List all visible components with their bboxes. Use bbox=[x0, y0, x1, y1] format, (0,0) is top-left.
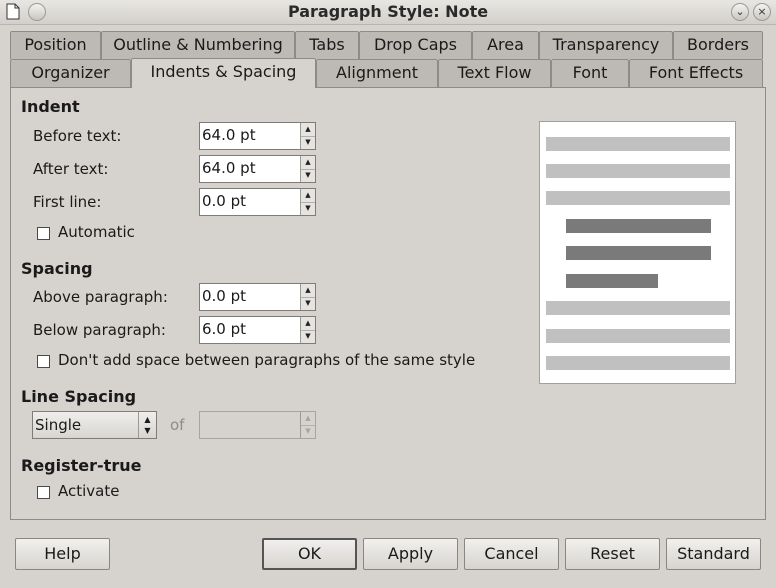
first-line-value[interactable]: 0.0 pt bbox=[202, 192, 246, 210]
spin-up-icon[interactable]: ▲ bbox=[301, 123, 315, 137]
activate-label[interactable]: Activate bbox=[58, 482, 119, 500]
preview-line-current bbox=[566, 219, 711, 233]
apply-button[interactable]: Apply bbox=[363, 538, 458, 570]
above-paragraph-value[interactable]: 0.0 pt bbox=[202, 287, 246, 305]
spin-down-icon[interactable]: ▼ bbox=[301, 169, 315, 182]
paragraph-preview bbox=[539, 121, 736, 384]
after-text-value[interactable]: 64.0 pt bbox=[202, 159, 256, 177]
first-line-spinbox[interactable]: 0.0 pt ▲ ▼ bbox=[199, 188, 316, 216]
indent-section-title: Indent bbox=[21, 97, 80, 116]
line-spacing-value[interactable]: Single bbox=[35, 416, 81, 434]
spin-down-icon[interactable]: ▼ bbox=[301, 136, 315, 149]
spin-up-icon[interactable]: ▲ bbox=[301, 189, 315, 203]
first-line-label: First line: bbox=[33, 193, 102, 211]
preview-line bbox=[546, 356, 730, 370]
dont-add-space-label[interactable]: Don't add space between paragraphs of th… bbox=[58, 351, 475, 369]
standard-button[interactable]: Standard bbox=[666, 538, 761, 570]
line-spacing-select[interactable]: Single ▲ ▼ bbox=[32, 411, 157, 439]
above-paragraph-label: Above paragraph: bbox=[33, 288, 168, 306]
chevron-up-down-icon[interactable]: ▲ ▼ bbox=[138, 412, 156, 438]
spin-up-icon[interactable]: ▲ bbox=[301, 412, 315, 426]
help-button[interactable]: Help bbox=[15, 538, 110, 570]
spin-down-icon[interactable]: ▼ bbox=[301, 202, 315, 215]
preview-line bbox=[546, 137, 730, 151]
line-spacing-of-spinbox[interactable]: ▲ ▼ bbox=[199, 411, 316, 439]
activate-checkbox[interactable] bbox=[37, 486, 50, 499]
reset-button[interactable]: Reset bbox=[565, 538, 660, 570]
spin-down-icon[interactable]: ▼ bbox=[301, 297, 315, 310]
after-text-label: After text: bbox=[33, 160, 109, 178]
before-text-label: Before text: bbox=[33, 127, 122, 145]
automatic-label[interactable]: Automatic bbox=[58, 223, 135, 241]
before-text-spinbox[interactable]: 64.0 pt ▲ ▼ bbox=[199, 122, 316, 150]
before-text-value[interactable]: 64.0 pt bbox=[202, 126, 256, 144]
dont-add-space-checkbox[interactable] bbox=[37, 355, 50, 368]
automatic-checkbox[interactable] bbox=[37, 227, 50, 240]
below-paragraph-label: Below paragraph: bbox=[33, 321, 166, 339]
spin-down-icon[interactable]: ▼ bbox=[301, 425, 315, 438]
preview-line bbox=[546, 164, 730, 178]
register-true-section-title: Register-true bbox=[21, 456, 142, 475]
spacing-section-title: Spacing bbox=[21, 259, 93, 278]
line-spacing-section-title: Line Spacing bbox=[21, 387, 137, 406]
spin-down-icon[interactable]: ▼ bbox=[301, 330, 315, 343]
after-text-spinbox[interactable]: 64.0 pt ▲ ▼ bbox=[199, 155, 316, 183]
above-paragraph-spinbox[interactable]: 0.0 pt ▲ ▼ bbox=[199, 283, 316, 311]
below-paragraph-spinbox[interactable]: 6.0 pt ▲ ▼ bbox=[199, 316, 316, 344]
preview-line bbox=[546, 301, 730, 315]
spin-up-icon[interactable]: ▲ bbox=[301, 284, 315, 298]
spin-up-icon[interactable]: ▲ bbox=[301, 156, 315, 170]
cancel-button[interactable]: Cancel bbox=[464, 538, 559, 570]
preview-line bbox=[546, 191, 730, 205]
ok-button[interactable]: OK bbox=[262, 538, 357, 570]
preview-line-current bbox=[566, 246, 711, 260]
of-label: of bbox=[170, 416, 185, 434]
preview-line bbox=[546, 329, 730, 343]
spin-up-icon[interactable]: ▲ bbox=[301, 317, 315, 331]
below-paragraph-value[interactable]: 6.0 pt bbox=[202, 320, 246, 338]
preview-line-current bbox=[566, 274, 658, 288]
